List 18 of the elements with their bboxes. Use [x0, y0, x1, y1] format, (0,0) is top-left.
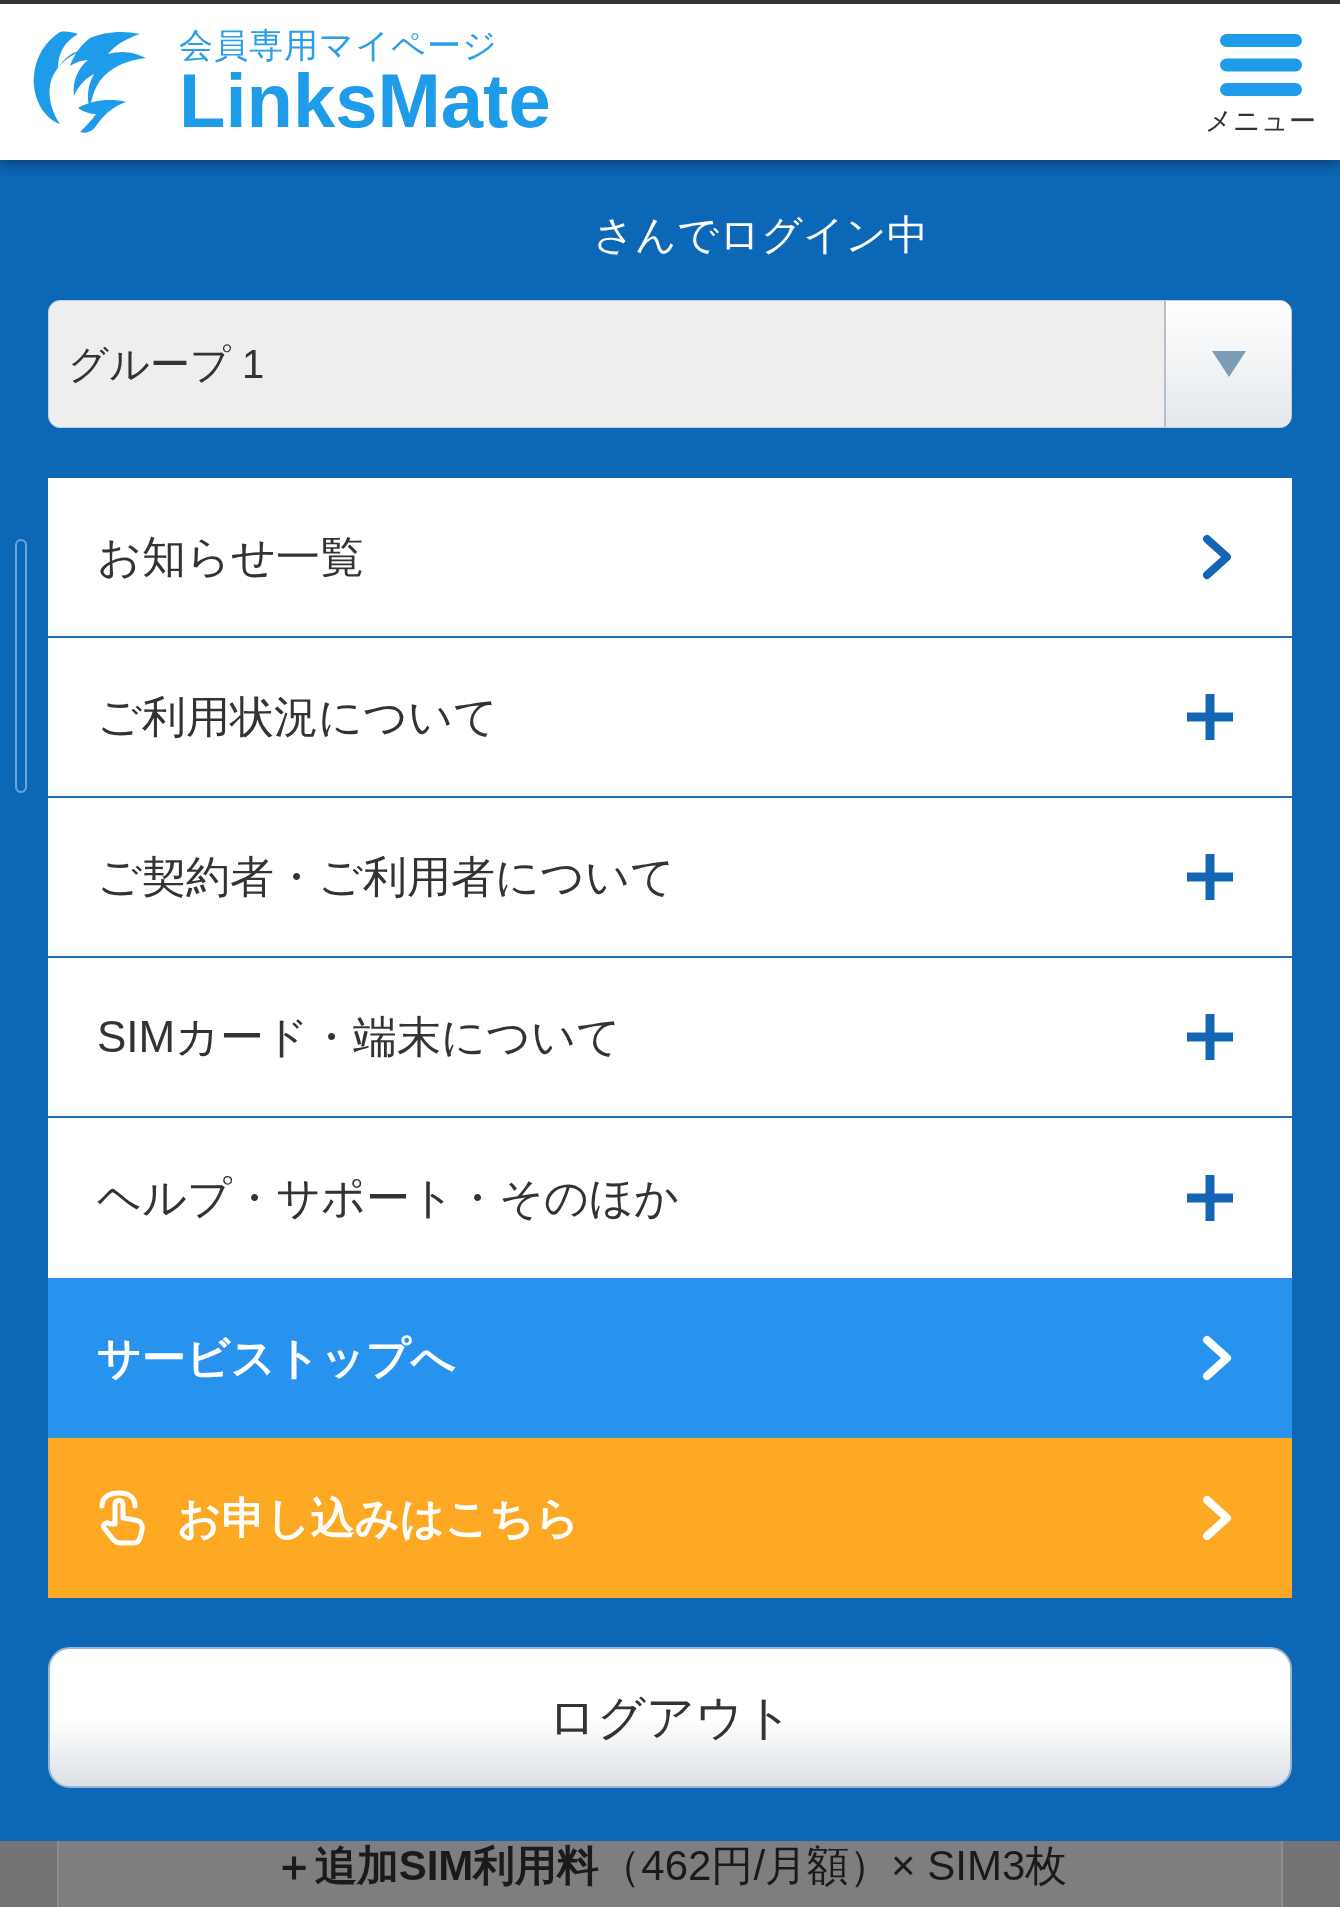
menu-item[interactable]: ご契約者・ご利用者について: [48, 798, 1292, 958]
menu-button[interactable]: メニュー: [1205, 28, 1316, 136]
chevron-right-icon: [1201, 1335, 1233, 1381]
menu-item[interactable]: ヘルプ・サポート・そのほか: [48, 1118, 1292, 1278]
menu-item[interactable]: SIMカード・端末について: [48, 958, 1292, 1118]
logo-subtitle: 会員専用マイページ: [179, 25, 499, 65]
chevron-right-icon: [1201, 1495, 1233, 1541]
dropdown-arrow-icon: [1211, 351, 1246, 377]
logo-wordmark: LinksMate: [179, 63, 551, 139]
menu-icon: [1219, 34, 1302, 96]
menu-item[interactable]: ご利用状況について: [48, 638, 1292, 798]
additional-sim-fee-text: ＋追加SIM利用料（462円/月額）× SIM3枚: [272, 1843, 1068, 1889]
menu-item[interactable]: お知らせ一覧: [48, 478, 1292, 638]
group-select[interactable]: グループ 1: [48, 300, 1292, 428]
login-status-text: さんでログイン中: [592, 211, 928, 259]
logout-button[interactable]: ログアウト: [48, 1647, 1292, 1788]
pointing-hand-icon: [97, 1490, 147, 1546]
chevron-right-icon: [1201, 534, 1233, 580]
